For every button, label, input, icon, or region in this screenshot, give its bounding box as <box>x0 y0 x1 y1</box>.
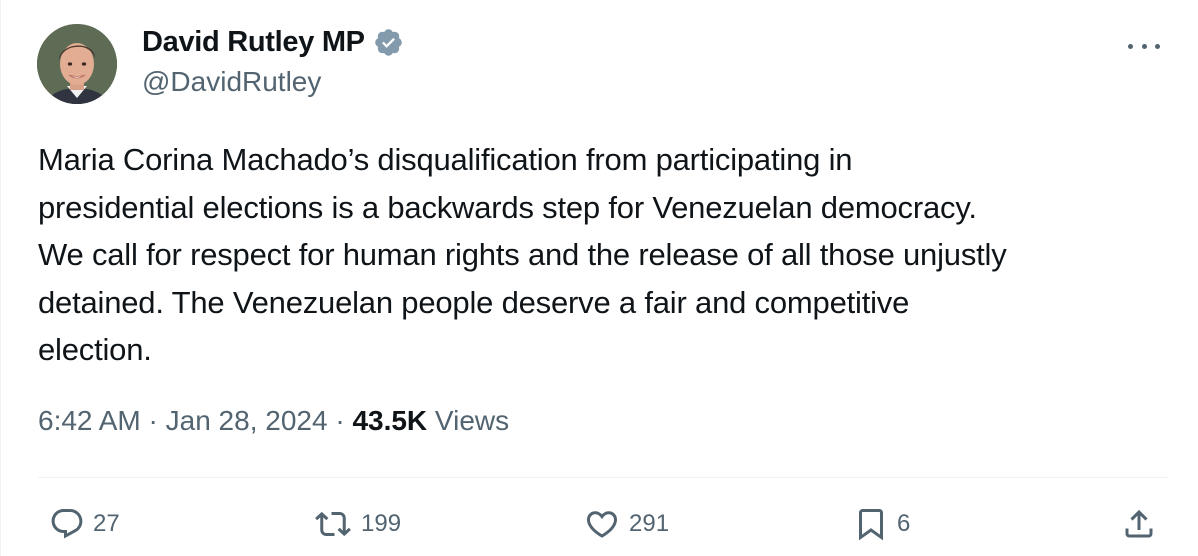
meta-separator: · <box>140 405 166 436</box>
more-dot <box>1128 43 1133 49</box>
reply-icon <box>51 509 83 539</box>
views-count: 43.5K <box>352 405 428 436</box>
repost-count: 199 <box>361 510 402 537</box>
author-handle[interactable]: @DavidRutley <box>142 66 321 98</box>
bookmark-button[interactable]: 6 <box>853 500 910 548</box>
author-name-row: David Rutley MP <box>142 26 404 59</box>
like-count: 291 <box>629 510 670 537</box>
repost-icon <box>315 511 351 537</box>
like-button[interactable]: 291 <box>583 500 669 548</box>
reply-count: 27 <box>93 510 120 537</box>
bookmark-count: 6 <box>897 510 911 537</box>
meta-separator: · <box>327 405 353 436</box>
heart-icon <box>586 511 618 538</box>
tweet-meta: 6:42 AM · Jan 28, 2024 · 43.5K Views <box>38 405 509 437</box>
divider <box>38 477 1168 478</box>
repost-button[interactable]: 199 <box>313 500 401 548</box>
avatar-portrait <box>37 24 117 104</box>
tweet-card: David Rutley MP @DavidRutley Maria Corin… <box>0 0 1198 556</box>
verified-badge-icon[interactable] <box>373 27 404 58</box>
bookmark-icon <box>859 509 883 541</box>
reply-button[interactable]: 27 <box>49 500 120 548</box>
tweet-text: Maria Corina Machado’s disqualification … <box>38 142 1007 367</box>
share-button[interactable] <box>1121 500 1157 548</box>
tweet-date[interactable]: Jan 28, 2024 <box>166 405 328 437</box>
author-display-name[interactable]: David Rutley MP <box>142 26 365 59</box>
more-icon[interactable] <box>1128 38 1160 54</box>
tweet-time[interactable]: 6:42 AM <box>38 405 141 437</box>
action-bar: 27 199 291 6 <box>1 500 1198 548</box>
views-label: Views <box>427 405 510 436</box>
avatar[interactable] <box>37 24 117 104</box>
share-icon <box>1125 509 1153 538</box>
more-dot <box>1141 43 1147 49</box>
more-dot <box>1155 43 1160 49</box>
